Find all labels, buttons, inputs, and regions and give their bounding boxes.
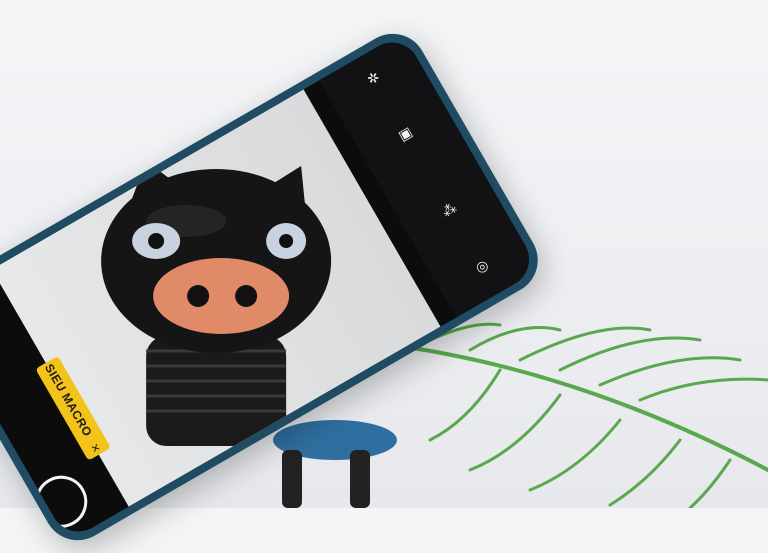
flash-icon[interactable]: ✲ [361, 67, 388, 94]
settings-icon[interactable]: ◎ [470, 255, 497, 282]
aspect-ratio-icon[interactable]: ▣ [393, 122, 420, 149]
shutter-button-icon[interactable] [26, 466, 97, 537]
product-photo: ✲ ▣ ⁂ ◎ SIEU MACRO × [0, 0, 768, 508]
filter-icon[interactable]: ⁂ [437, 199, 464, 226]
